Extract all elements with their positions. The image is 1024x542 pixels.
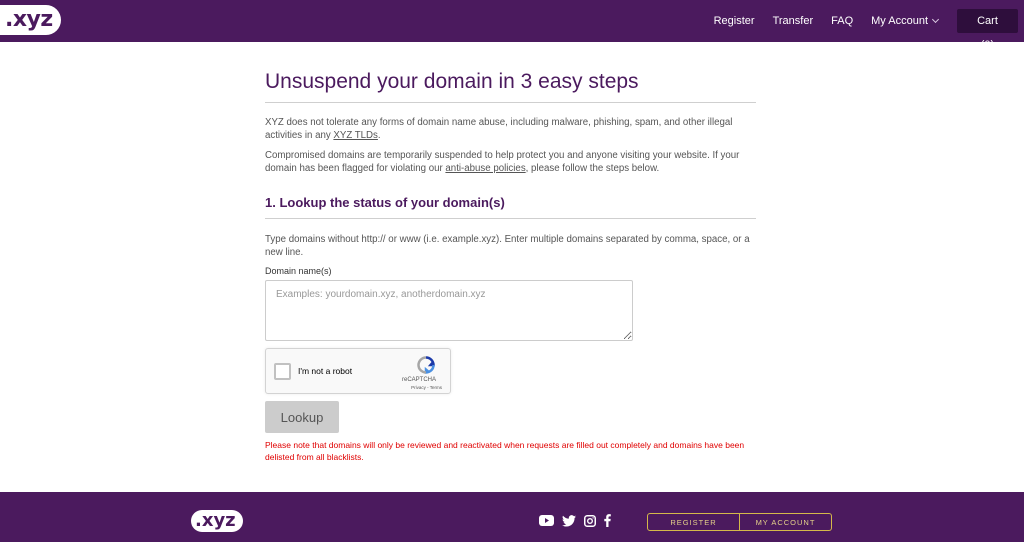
review-notice: Please note that domains will only be re…	[265, 440, 745, 462]
cart-button[interactable]: Cart (0)	[957, 9, 1018, 51]
chevron-down-icon	[931, 15, 940, 24]
page-title: Unsuspend your domain in 3 easy steps	[265, 70, 639, 93]
my-account-label: My Account	[871, 15, 928, 27]
lookup-button[interactable]: Lookup	[265, 401, 339, 433]
recaptcha-checkbox[interactable]	[274, 363, 291, 380]
domain-name-input[interactable]	[265, 280, 633, 341]
domain-name-label: Domain name(s)	[265, 266, 332, 276]
logo-text: .xyz	[0, 5, 61, 35]
intro-2-after: , please follow the steps below.	[525, 163, 660, 174]
footer-xyz-logo[interactable]: .xyz	[191, 510, 243, 532]
intro-paragraph-1: XYZ does not tolerate any forms of domai…	[265, 116, 756, 142]
domain-instructions: Type domains without http:// or www (i.e…	[265, 234, 750, 258]
title-divider	[265, 102, 756, 103]
facebook-icon[interactable]	[604, 514, 611, 527]
twitter-icon[interactable]	[562, 514, 576, 527]
site-header: .xyz Register Transfer FAQ My Account Ca…	[0, 0, 1024, 51]
intro-paragraph-2: Compromised domains are temporarily susp…	[265, 149, 756, 175]
anti-abuse-policies-link[interactable]: anti-abuse policies	[445, 163, 525, 174]
youtube-icon[interactable]	[539, 515, 554, 526]
social-links	[539, 514, 619, 527]
recaptcha-icon	[417, 356, 435, 374]
footer-buttons: REGISTER MY ACCOUNT	[647, 513, 832, 531]
nav-transfer-link[interactable]: Transfer	[773, 15, 814, 27]
instagram-icon[interactable]	[584, 514, 596, 527]
recaptcha-label: I'm not a robot	[298, 366, 353, 376]
nav-faq-link[interactable]: FAQ	[831, 15, 853, 27]
footer-register-button[interactable]: REGISTER	[647, 513, 740, 531]
xyz-tlds-link[interactable]: XYZ TLDs	[333, 130, 378, 141]
intro-1-after: .	[377, 130, 381, 141]
nav-register-link[interactable]: Register	[714, 15, 755, 27]
footer-my-account-button[interactable]: MY ACCOUNT	[740, 513, 832, 531]
nav-my-account-dropdown[interactable]: My Account	[871, 15, 940, 27]
recaptcha-widget: I'm not a robot reCAPTCHA Privacy - Term…	[265, 348, 451, 394]
step-1-title: 1. Lookup the status of your domain(s)	[265, 195, 505, 210]
top-nav: Register Transfer FAQ My Account Cart (0…	[714, 0, 1024, 51]
xyz-logo[interactable]: .xyz	[0, 4, 61, 36]
site-footer: .xyz REGISTER MY ACCOUNT	[0, 492, 1024, 542]
recaptcha-terms-link[interactable]: Privacy - Terms	[392, 385, 442, 390]
recaptcha-brand: reCAPTCHA	[401, 377, 436, 383]
step-1-divider	[265, 218, 756, 219]
